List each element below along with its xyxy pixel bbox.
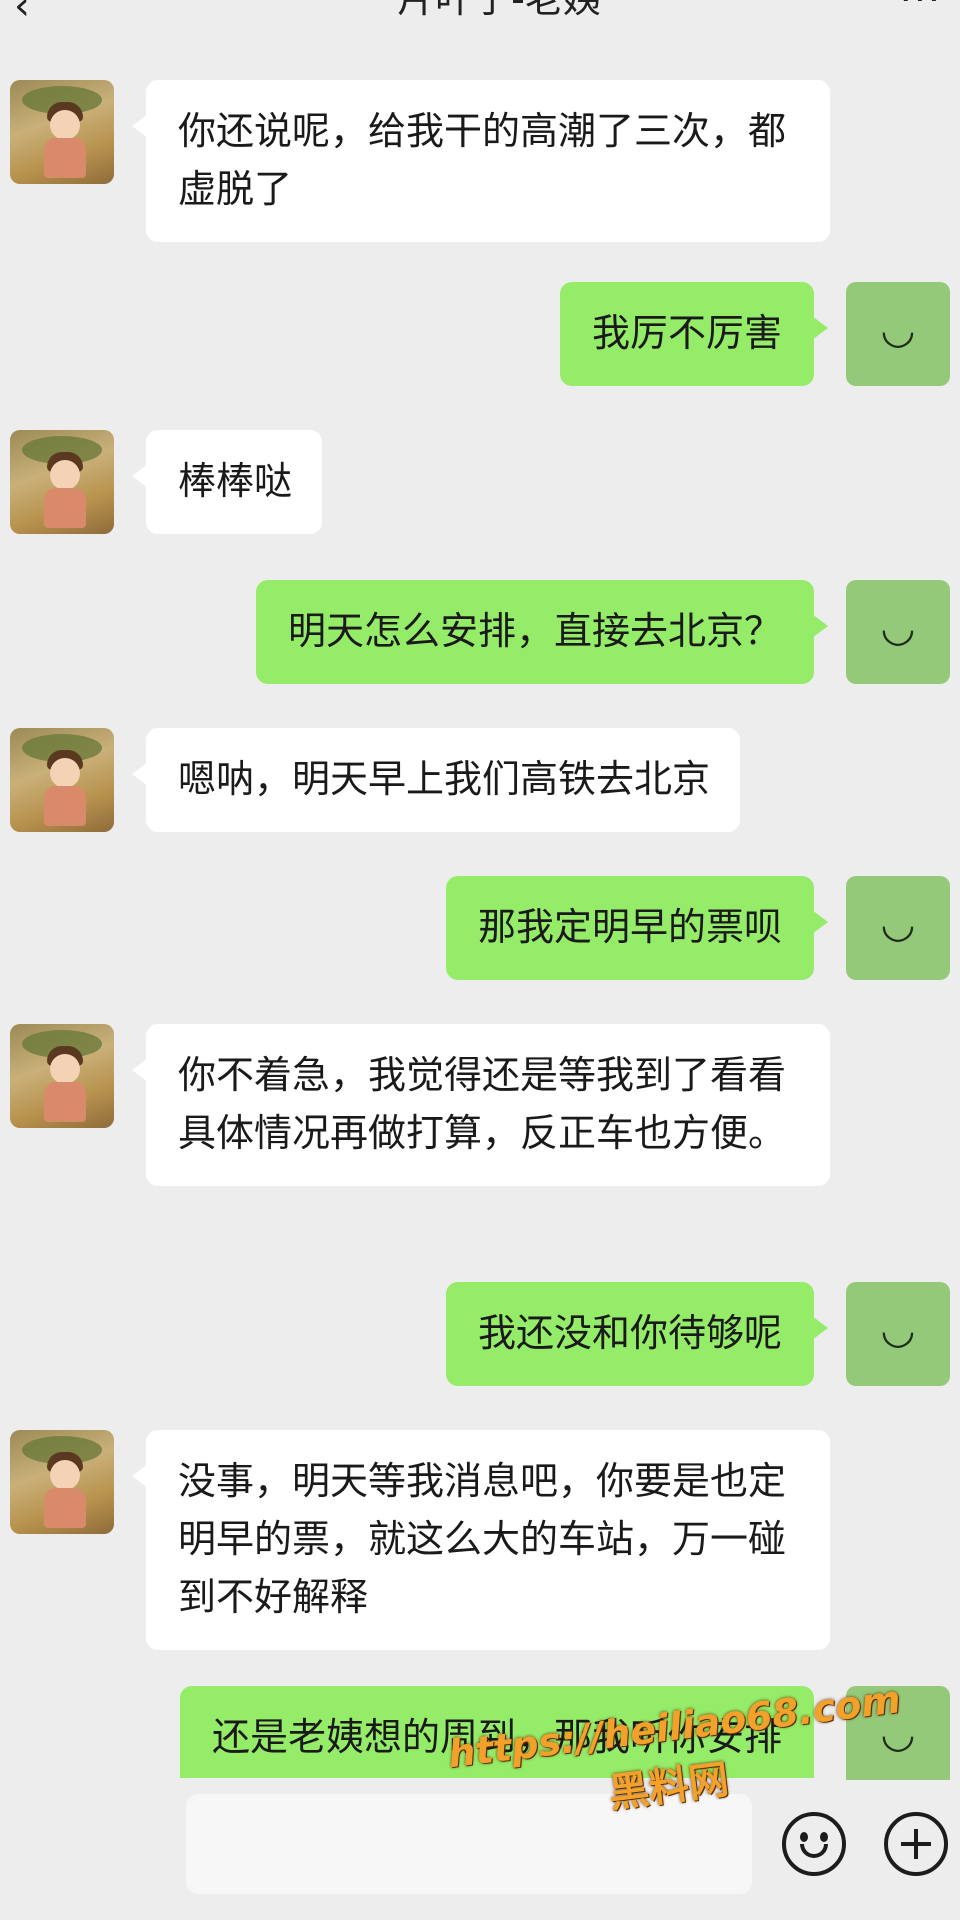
sent-message-bubble[interactable]: 我还没和你待够呢 (445, 1282, 829, 1386)
received-message-bubble[interactable]: 棒棒哒 (131, 430, 323, 534)
smile-icon: ◡ (880, 307, 916, 353)
more-icon[interactable]: ··· (900, 0, 942, 24)
contact-avatar[interactable] (10, 1024, 114, 1128)
user-avatar[interactable]: ◡ (846, 876, 950, 980)
contact-avatar[interactable] (10, 430, 114, 534)
contact-avatar[interactable] (10, 80, 114, 184)
chat-header: ‹ 一片叶子-老姨 ··· (0, 0, 960, 46)
chat-title: 一片叶子-老姨 (0, 0, 960, 24)
smile-icon: ◡ (880, 605, 916, 651)
sent-message-bubble[interactable]: 明天怎么安排，直接去北京？ (255, 580, 829, 684)
sent-message-bubble[interactable]: 那我定明早的票呗 (445, 876, 829, 980)
contact-avatar[interactable] (10, 1430, 114, 1534)
received-message-bubble[interactable]: 你不着急，我觉得还是等我到了看看具体情况再做打算，反正车也方便。 (132, 1024, 830, 1186)
emoji-icon[interactable] (782, 1812, 846, 1876)
smile-icon: ◡ (880, 1307, 916, 1353)
plus-icon[interactable] (884, 1812, 948, 1876)
sent-message-bubble[interactable]: 我厉不厉害 (559, 282, 829, 386)
received-message-bubble[interactable]: 没事，明天等我消息吧，你要是也定明早的票，就这么大的车站，万一碰到不好解释 (132, 1430, 830, 1650)
received-message-bubble[interactable]: 你还说呢，给我干的高潮了三次，都虚脱了 (132, 80, 830, 242)
contact-avatar[interactable] (10, 728, 114, 832)
user-avatar[interactable]: ◡ (846, 580, 950, 684)
user-avatar[interactable]: ◡ (846, 1282, 950, 1386)
smile-icon: ◡ (880, 901, 916, 947)
user-avatar[interactable]: ◡ (846, 282, 950, 386)
received-message-bubble[interactable]: 嗯呐，明天早上我们高铁去北京 (131, 728, 741, 832)
